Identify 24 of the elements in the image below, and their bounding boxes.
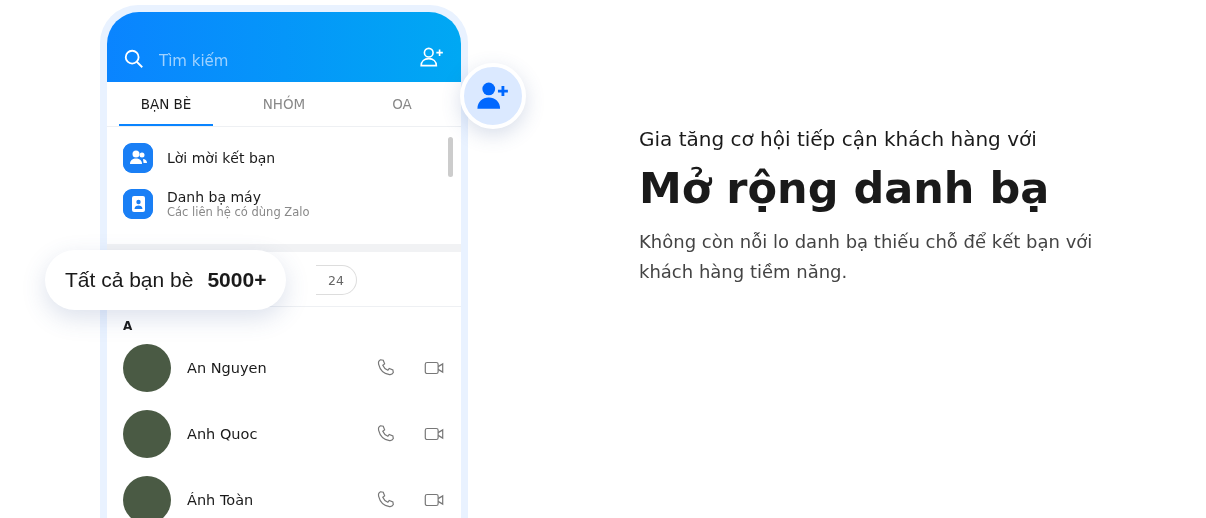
shortcut-title[interactable]: Danh bạ máy [167,189,310,205]
tab[interactable]: OA [355,82,449,126]
shortcut-title[interactable]: Lời mời kết bạn [167,150,276,166]
tagline: Gia tăng cơ hội tiếp cận khách hàng với [639,127,1038,151]
tab[interactable]: BẠN BÈ [119,82,213,126]
friend-name[interactable]: An Nguyen [187,360,349,376]
avatar-photo [123,344,171,392]
contact-book-icon[interactable] [123,189,153,219]
search-field[interactable]: Tìm kiếm [159,52,405,70]
filter-chip[interactable]: 24 [316,265,357,295]
avatar-photo [123,410,171,458]
friends-count-label: Tất cả bạn bè [65,268,194,292]
shortcut-subtitle: Các liên hệ có dùng Zalo [167,205,310,219]
search-icon [123,48,145,70]
tab[interactable]: NHÓM [237,82,331,126]
friends-count: 5000+ [207,268,267,292]
headline: Mở rộng danh bạ [639,163,1051,213]
friend-name[interactable]: Ánh Toàn [187,492,349,508]
description: Không còn nỗi lo danh bạ thiếu chỗ để kết bạn với khách hàng tiềm năng. [639,230,1094,284]
friend-name[interactable]: Anh Quoc [187,426,349,442]
avatar-photo [123,476,171,518]
people-icon[interactable] [123,143,153,173]
section-letter: A [122,318,134,335]
scrollbar [448,137,453,177]
